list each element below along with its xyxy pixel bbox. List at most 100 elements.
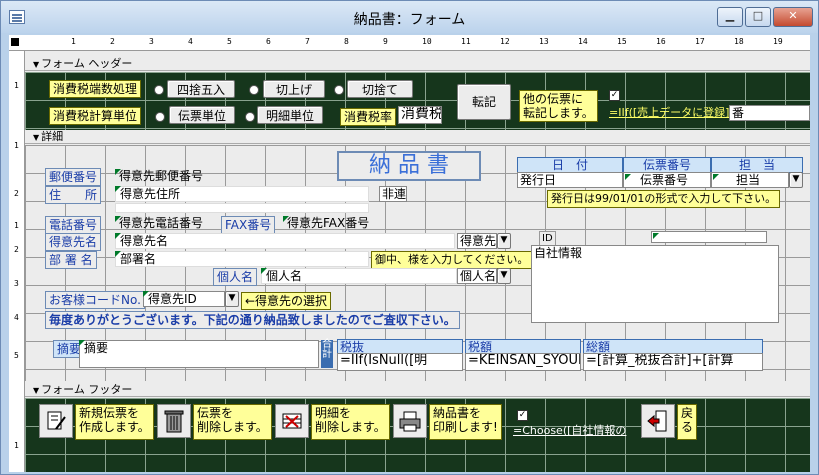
customer-combo[interactable]: 得意先 (457, 233, 497, 249)
staff-dropdown-button[interactable]: ▼ (789, 172, 803, 188)
date-field[interactable]: 発行日 (517, 172, 623, 188)
print-button[interactable] (393, 404, 427, 438)
delete-slip-button[interactable] (157, 404, 191, 438)
field-marker (713, 174, 719, 180)
total-label: 合計 (321, 340, 333, 368)
ruler-tick-label: 17 (695, 37, 705, 46)
person-dropdown-button[interactable]: ▼ (497, 268, 511, 284)
minimize-icon: ▁ (725, 9, 735, 22)
form-window: 納品書：フォーム ▁ □ ✕ 1 2 3 4 5 6 7 8 9 10 11 12 13 14 15 16 17… (0, 0, 819, 475)
back-button[interactable] (641, 404, 675, 438)
person-label: 個人名 (213, 268, 258, 286)
slip-unit-radio[interactable] (155, 112, 165, 122)
transfer-note: 他の伝票に 転記します。 (519, 90, 598, 122)
person-combo[interactable]: 個人名 (457, 268, 497, 284)
trash-icon (164, 410, 184, 433)
delete-detail-note: 明細を 削除します。 (311, 404, 390, 440)
address-field[interactable]: 得意先住所 (115, 186, 369, 202)
iif-expression[interactable]: =IIf([売上データに登録] (609, 106, 729, 120)
detail-unit-radio[interactable] (245, 112, 255, 122)
postal-field[interactable]: 得意先郵便番号 (115, 169, 203, 183)
grand-total-field[interactable]: =[計算_税抜合計]+[計算 (583, 353, 763, 371)
postal-label: 郵便番号 (45, 168, 102, 186)
horizontal-ruler: 1234567891011121314151617181920 (9, 35, 810, 51)
field-marker (115, 169, 121, 175)
ceil-toggle[interactable]: 切上げ (263, 80, 325, 98)
maximize-button[interactable]: □ (745, 7, 771, 27)
new-slip-button[interactable] (39, 404, 73, 438)
ruler-tick-label: 7 (305, 37, 310, 46)
choose-expression[interactable]: =Choose([自社情報の (513, 424, 626, 438)
fax-field[interactable]: 得意先FAX番号 (283, 216, 369, 230)
ruler-tick-label: 15 (617, 37, 627, 46)
ruler-tick-label: 19 (773, 37, 783, 46)
close-icon: ✕ (788, 9, 798, 22)
tax-field[interactable]: =KEINSAN_SYOUH (465, 353, 581, 371)
section-bar-header[interactable]: フォーム ヘッダー (25, 57, 810, 71)
staff-field[interactable]: 担当 (711, 172, 789, 188)
slip-unit-toggle[interactable]: 伝票単位 (169, 106, 235, 124)
transfer-checkbox[interactable]: ✓ (609, 90, 620, 101)
phone-field[interactable]: 得意先電話番号 (115, 216, 203, 230)
ruler-tick-label: 3 (149, 37, 154, 46)
field-marker (115, 186, 121, 192)
department-field[interactable]: 部署名 (115, 251, 369, 267)
company-info-checkbox[interactable]: ✓ (517, 410, 528, 421)
ruler-tick-label: 3 (14, 279, 19, 288)
fax-label: FAX番号 (221, 216, 276, 234)
slip-heading: 伝票番号 (623, 157, 711, 173)
ruler-tick-label: 6 (266, 37, 271, 46)
staff-heading: 担 当 (711, 157, 803, 173)
customer-select-note: ←得意先の選択 (241, 292, 332, 310)
tax-rounding-label: 消費税端数処理 (49, 80, 142, 98)
ruler-tick-label: 14 (578, 37, 588, 46)
floor-toggle[interactable]: 切捨て (347, 80, 413, 98)
customer-name-field[interactable]: 得意先名 (115, 233, 455, 249)
field-marker (115, 216, 121, 222)
phone-label: 電話番号 (45, 216, 102, 234)
printer-icon (399, 411, 421, 432)
tax-rate-field[interactable]: 消費税 (398, 106, 442, 124)
section-bar-footer[interactable]: フォーム フッター (25, 383, 810, 397)
section-bar-detail[interactable]: 詳細 (25, 130, 810, 144)
field-marker (115, 251, 121, 257)
customer-dropdown-button[interactable]: ▼ (497, 233, 511, 249)
id-field[interactable] (651, 231, 767, 243)
number-field[interactable]: 番 (729, 105, 810, 121)
delete-detail-button[interactable] (275, 404, 309, 438)
vertical-ruler: 1 1 2 1 2 3 4 5 1 (9, 51, 25, 472)
ruler-corner-icon[interactable] (11, 38, 19, 46)
back-note: 戻 る (677, 404, 698, 440)
print-note: 納品書を 印刷します! (429, 404, 502, 440)
chevron-down-icon: ▼ (500, 235, 508, 245)
round-radio[interactable] (154, 85, 164, 95)
transfer-button[interactable]: 転記 (457, 84, 511, 120)
ruler-tick-label: 5 (227, 37, 232, 46)
ruler-tick-label: 10 (422, 37, 432, 46)
pretax-field[interactable]: =IIf(IsNull([明 (337, 353, 463, 371)
field-marker (283, 216, 289, 222)
customer-id-dropdown-button[interactable]: ▼ (225, 291, 239, 307)
ceil-radio[interactable] (249, 85, 259, 95)
customer-id-field[interactable]: 得意先ID (143, 291, 225, 307)
link-field[interactable]: 非連 (379, 186, 407, 202)
ruler-tick-label: 1 (14, 141, 19, 150)
slip-field[interactable]: 伝票番号 (623, 172, 711, 188)
design-view: 1234567891011121314151617181920 11212345… (9, 35, 810, 472)
department-label: 部 署 名 (45, 251, 97, 269)
company-info-field[interactable]: 自社情報 (531, 245, 779, 323)
ruler-tick-label: 16 (656, 37, 666, 46)
close-button[interactable]: ✕ (773, 7, 813, 27)
round-toggle[interactable]: 四捨五入 (167, 80, 235, 98)
chevron-down-icon: ▼ (500, 270, 508, 280)
ruler-tick-label: 11 (461, 37, 471, 46)
minimize-button[interactable]: ▁ (717, 7, 743, 27)
section-footer-label: フォーム フッター (41, 383, 133, 396)
floor-radio[interactable] (334, 85, 344, 95)
section-header-label: フォーム ヘッダー (41, 57, 133, 70)
detail-unit-toggle[interactable]: 明細単位 (257, 106, 323, 124)
address-field-2[interactable] (115, 203, 369, 213)
summary-field[interactable]: 摘要 (79, 340, 319, 368)
person-field[interactable]: 個人名 (261, 268, 457, 284)
address-label: 住 所 (45, 186, 102, 204)
